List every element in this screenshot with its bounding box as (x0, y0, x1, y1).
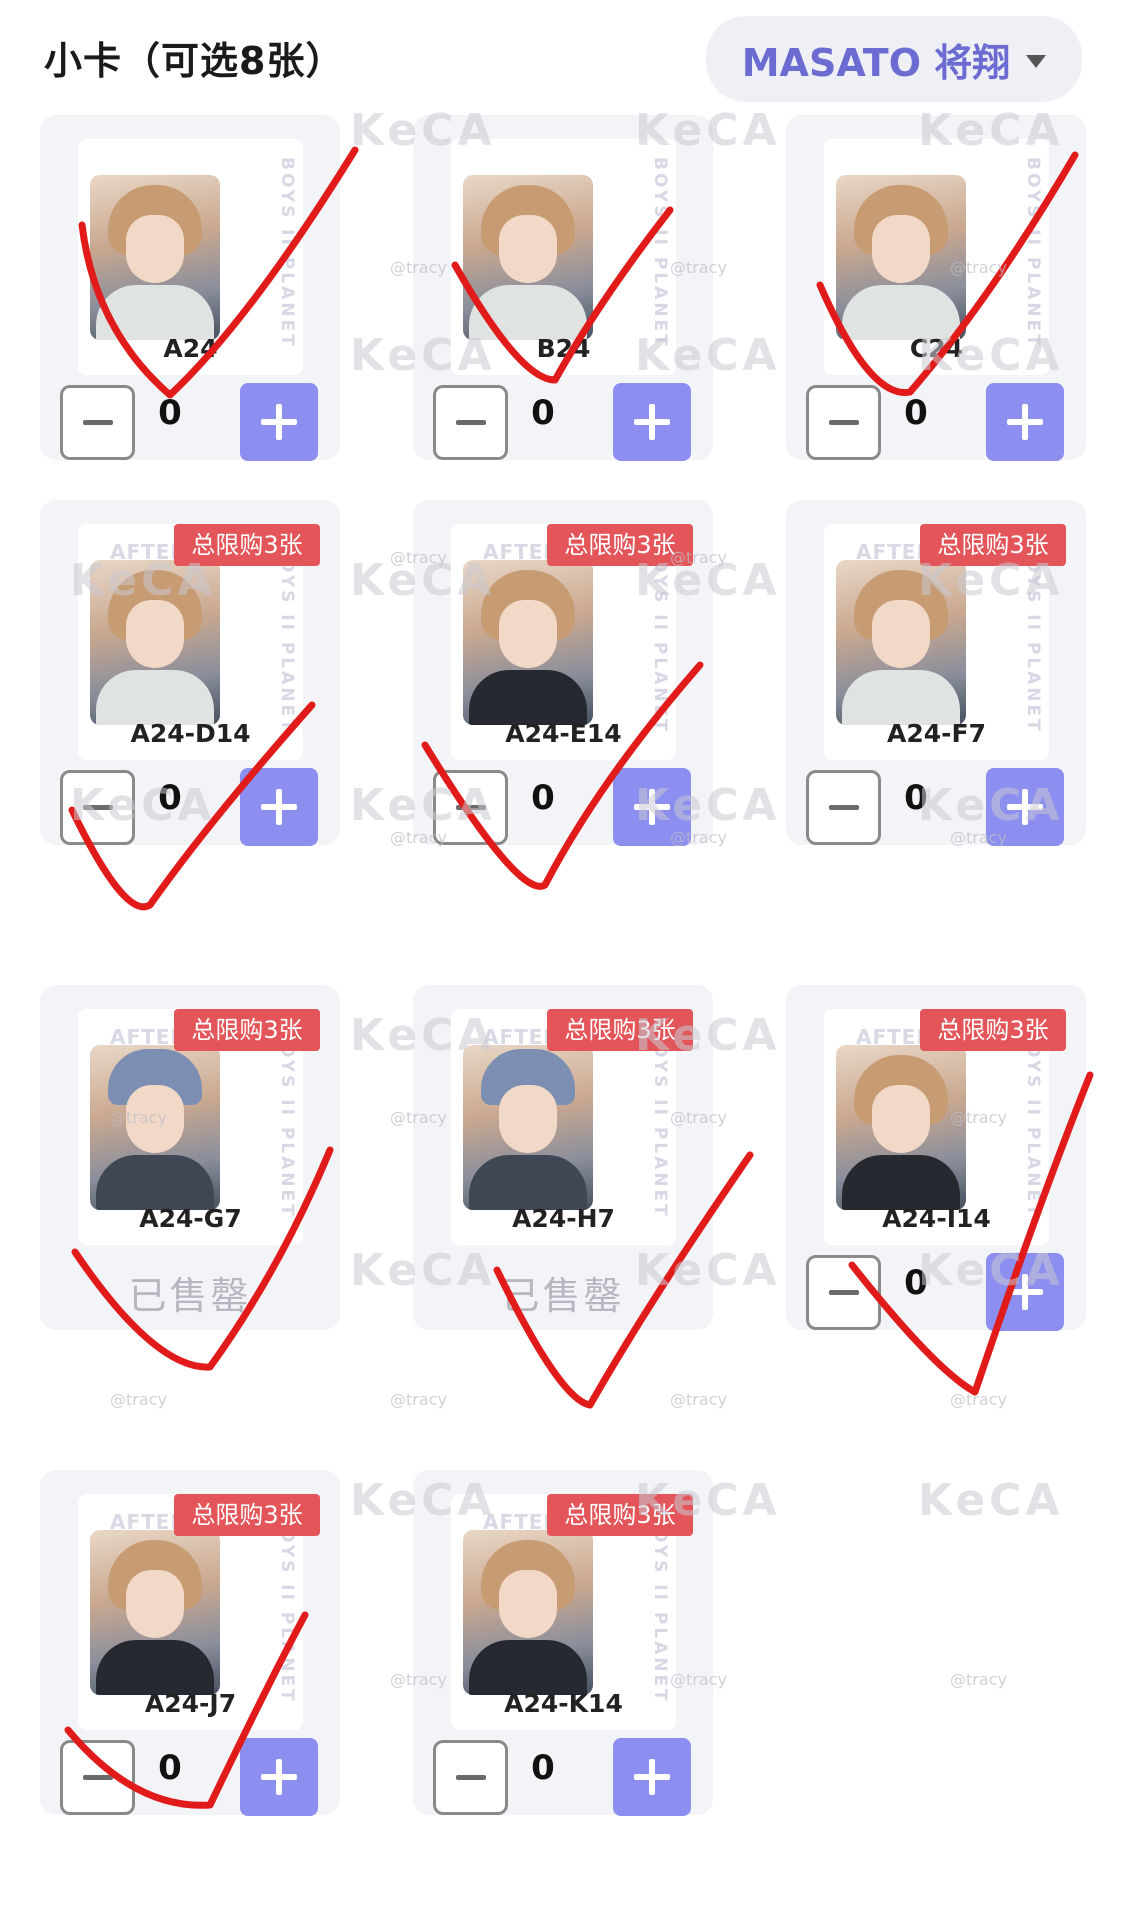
card-side-text: BOYS II PLANET (650, 542, 670, 734)
card-side-text: BOYS II PLANET (277, 542, 297, 734)
decrease-quantity-button[interactable] (433, 385, 508, 460)
photocard-image (463, 1530, 593, 1695)
decrease-quantity-button[interactable] (60, 1740, 135, 1815)
screen: BOYS II PLANET A24 0 BOYS II PLANET B24 … (0, 0, 1129, 1919)
photocard-item[interactable]: AFTER BOYS II PLANET A24-K14 总限购3张 0 (413, 1470, 713, 1816)
card-code: A24-K14 (504, 1689, 623, 1718)
photocard-image (90, 1045, 220, 1210)
purchase-limit-badge: 总限购3张 (547, 524, 693, 566)
card-code: A24-F7 (887, 719, 986, 748)
card-code: A24 (163, 334, 218, 363)
purchase-limit-badge: 总限购3张 (547, 1494, 693, 1536)
decrease-quantity-button[interactable] (60, 770, 135, 845)
card-side-text: BOYS II PLANET (277, 157, 297, 349)
photocard-image (90, 1530, 220, 1695)
purchase-limit-badge: 总限购3张 (920, 524, 1066, 566)
photocard-item[interactable]: BOYS II PLANET A24 0 (40, 115, 340, 461)
increase-quantity-button[interactable] (240, 383, 318, 461)
photocard-item[interactable]: AFTER BOYS II PLANET A24-F7 总限购3张 0 (786, 500, 1086, 846)
card-code: A24-G7 (139, 1204, 242, 1233)
photocard-preview: BOYS II PLANET C24 (824, 139, 1049, 375)
photocard-item[interactable]: BOYS II PLANET C24 0 (786, 115, 1086, 461)
card-code: A24-D14 (130, 719, 251, 748)
purchase-limit-badge: 总限购3张 (174, 1494, 320, 1536)
card-code: C24 (909, 334, 964, 363)
purchase-limit-badge: 总限购3张 (920, 1009, 1066, 1051)
purchase-limit-badge: 总限购3张 (174, 1009, 320, 1051)
card-side-text: BOYS II PLANET (277, 1512, 297, 1704)
quantity-value: 0 (904, 393, 928, 433)
card-code: B24 (536, 334, 591, 363)
photocard-image (90, 175, 220, 340)
photocard-item[interactable]: AFTER BOYS II PLANET A24-I14 总限购3张 0 (786, 985, 1086, 1331)
quantity-value: 0 (531, 1748, 555, 1788)
member-select[interactable]: MASATO 将翔 (706, 16, 1082, 102)
decrease-quantity-button[interactable] (433, 770, 508, 845)
increase-quantity-button[interactable] (986, 768, 1064, 846)
increase-quantity-button[interactable] (240, 768, 318, 846)
caret-down-icon (1026, 54, 1047, 68)
photocard-preview: BOYS II PLANET B24 (451, 139, 676, 375)
card-side-text: BOYS II PLANET (1023, 1027, 1043, 1219)
quantity-value: 0 (904, 1263, 928, 1303)
photocard-item[interactable]: AFTER BOYS II PLANET A24-H7 总限购3张 已售罄 (413, 985, 713, 1330)
quantity-value: 0 (158, 778, 182, 818)
increase-quantity-button[interactable] (613, 1738, 691, 1816)
card-side-text: BOYS II PLANET (277, 1027, 297, 1219)
member-select-label: MASATO 将翔 (741, 40, 1011, 85)
increase-quantity-button[interactable] (986, 383, 1064, 461)
increase-quantity-button[interactable] (613, 383, 691, 461)
card-side-text: BOYS II PLANET (1023, 157, 1043, 349)
card-code: A24-J7 (144, 1689, 237, 1718)
photocard-preview: BOYS II PLANET A24 (78, 139, 303, 375)
sold-out-label: 已售罄 (501, 1274, 625, 1318)
card-code: A24-H7 (512, 1204, 615, 1233)
purchase-limit-badge: 总限购3张 (174, 524, 320, 566)
card-code: A24-E14 (505, 719, 622, 748)
photocard-image (463, 175, 593, 340)
page-title: 小卡（可选8张） (44, 39, 345, 83)
card-code: A24-I14 (882, 1204, 991, 1233)
quantity-value: 0 (904, 778, 928, 818)
quantity-value: 0 (158, 393, 182, 433)
decrease-quantity-button[interactable] (806, 385, 881, 460)
quantity-value: 0 (158, 1748, 182, 1788)
photocard-item[interactable]: AFTER BOYS II PLANET A24-D14 总限购3张 0 (40, 500, 340, 846)
quantity-value: 0 (531, 778, 555, 818)
decrease-quantity-button[interactable] (806, 1255, 881, 1330)
photocard-image (90, 560, 220, 725)
photocard-item[interactable]: AFTER BOYS II PLANET A24-J7 总限购3张 0 (40, 1470, 340, 1816)
decrease-quantity-button[interactable] (433, 1740, 508, 1815)
purchase-limit-badge: 总限购3张 (547, 1009, 693, 1051)
decrease-quantity-button[interactable] (806, 770, 881, 845)
sold-out-label: 已售罄 (128, 1274, 252, 1318)
increase-quantity-button[interactable] (613, 768, 691, 846)
photocard-image (463, 1045, 593, 1210)
photocard-item[interactable]: BOYS II PLANET B24 0 (413, 115, 713, 461)
card-side-text: BOYS II PLANET (650, 1512, 670, 1704)
quantity-value: 0 (531, 393, 555, 433)
card-side-text: BOYS II PLANET (1023, 542, 1043, 734)
decrease-quantity-button[interactable] (60, 385, 135, 460)
photocard-item[interactable]: AFTER BOYS II PLANET A24-G7 总限购3张 已售罄 (40, 985, 340, 1330)
photocard-image (836, 560, 966, 725)
card-grid: BOYS II PLANET A24 0 BOYS II PLANET B24 … (0, 0, 1129, 1919)
increase-quantity-button[interactable] (240, 1738, 318, 1816)
photocard-item[interactable]: AFTER BOYS II PLANET A24-E14 总限购3张 0 (413, 500, 713, 846)
photocard-image (836, 1045, 966, 1210)
photocard-image (463, 560, 593, 725)
card-side-text: BOYS II PLANET (650, 1027, 670, 1219)
photocard-image (836, 175, 966, 340)
increase-quantity-button[interactable] (986, 1253, 1064, 1331)
card-side-text: BOYS II PLANET (650, 157, 670, 349)
